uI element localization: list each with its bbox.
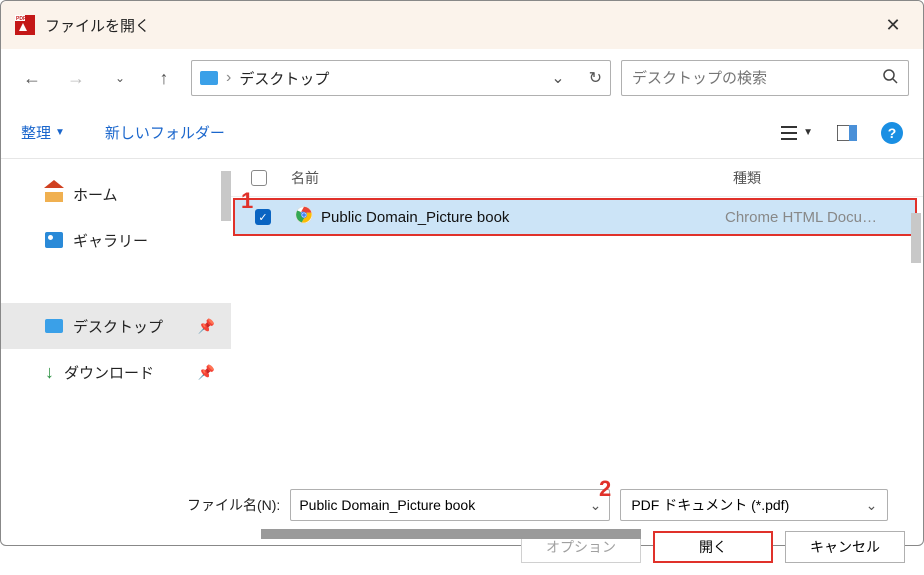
sidebar-item-downloads[interactable]: ↓ ダウンロード 📌: [1, 349, 231, 395]
file-row[interactable]: ✓ Public Domain_Picture book Chrome HTML…: [233, 198, 917, 236]
refresh-button[interactable]: ↻: [579, 68, 602, 88]
titlebar: PDF ファイルを開く ✕: [1, 1, 923, 49]
path-separator-icon: ›: [226, 69, 231, 87]
column-name[interactable]: 名前: [291, 168, 733, 188]
caret-down-icon: ▼: [55, 127, 65, 138]
window-title: ファイルを開く: [45, 15, 150, 36]
chrome-icon: [295, 206, 313, 228]
desktop-icon: [45, 319, 63, 333]
search-input[interactable]: [632, 70, 882, 87]
preview-pane-button[interactable]: [837, 125, 857, 141]
search-icon[interactable]: [882, 68, 898, 89]
sidebar-label: ダウンロード: [64, 362, 154, 383]
file-pane: 名前 種類 ✓ Public Domain_Picture book Chrom…: [231, 159, 923, 475]
open-button[interactable]: 開く: [653, 531, 773, 563]
help-button[interactable]: ?: [881, 122, 903, 144]
cancel-button[interactable]: キャンセル: [785, 531, 905, 563]
sidebar: ホーム ギャラリー デスクトップ 📌 ↓ ダウンロード 📌: [1, 159, 231, 475]
file-name: Public Domain_Picture book: [321, 209, 725, 226]
forward-button[interactable]: →: [59, 61, 93, 95]
body: ホーム ギャラリー デスクトップ 📌 ↓ ダウンロード 📌 名前 種類 ✓: [1, 159, 923, 475]
nav-row: ← → ⌄ ↑ › デスクトップ ⌄ ↻: [1, 49, 923, 107]
sidebar-label: ギャラリー: [73, 230, 148, 251]
recent-dropdown[interactable]: ⌄: [103, 61, 137, 95]
new-folder-button[interactable]: 新しいフォルダー: [105, 122, 225, 143]
organize-menu[interactable]: 整理 ▼: [21, 122, 65, 143]
file-h-scrollbar[interactable]: [261, 529, 641, 539]
sidebar-label: ホーム: [73, 184, 118, 205]
file-header: 名前 種類: [231, 159, 923, 197]
svg-text:PDF: PDF: [16, 16, 26, 22]
filename-input[interactable]: Public Domain_Picture book ⌄: [290, 489, 610, 521]
callout-2: 2: [599, 476, 611, 502]
sidebar-label: デスクトップ: [73, 316, 163, 337]
search-box[interactable]: [621, 60, 909, 96]
select-all-checkbox[interactable]: [251, 170, 267, 186]
sidebar-item-gallery[interactable]: ギャラリー: [1, 217, 231, 263]
sidebar-scrollbar[interactable]: [221, 171, 231, 221]
back-button[interactable]: ←: [15, 61, 49, 95]
column-type[interactable]: 種類: [733, 168, 923, 188]
filename-label: ファイル名(N):: [187, 495, 280, 515]
up-button[interactable]: ↑: [147, 61, 181, 95]
path-box[interactable]: › デスクトップ ⌄ ↻: [191, 60, 611, 96]
filename-value: Public Domain_Picture book: [299, 497, 475, 513]
file-type: Chrome HTML Docu…: [725, 209, 915, 226]
sidebar-item-home[interactable]: ホーム: [1, 171, 231, 217]
filter-label: PDF ドキュメント (*.pdf): [631, 495, 789, 515]
path-dropdown-icon[interactable]: ⌄: [551, 68, 564, 88]
filter-dropdown-icon[interactable]: ⌄: [866, 497, 878, 514]
path-segment[interactable]: デスクトップ: [239, 68, 329, 89]
folder-icon: [200, 71, 218, 85]
organize-label: 整理: [21, 122, 51, 143]
row-checkbox[interactable]: ✓: [255, 209, 271, 225]
sidebar-item-desktop[interactable]: デスクトップ 📌: [1, 303, 231, 349]
download-icon: ↓: [45, 363, 54, 381]
filetype-filter[interactable]: PDF ドキュメント (*.pdf) ⌄: [620, 489, 888, 521]
pin-icon[interactable]: 📌: [198, 364, 215, 381]
caret-down-icon: ▼: [803, 127, 813, 138]
app-icon: PDF: [15, 15, 35, 35]
close-button[interactable]: ✕: [877, 15, 909, 36]
callout-1: 1: [241, 188, 253, 214]
gallery-icon: [45, 232, 63, 248]
toolbar: 整理 ▼ 新しいフォルダー ▼ ?: [1, 107, 923, 159]
pin-icon[interactable]: 📌: [198, 318, 215, 335]
file-v-scrollbar[interactable]: [911, 213, 921, 263]
home-icon: [45, 186, 63, 202]
footer: ファイル名(N): Public Domain_Picture book ⌄ P…: [1, 475, 923, 575]
view-list-button[interactable]: ▼: [781, 125, 813, 141]
